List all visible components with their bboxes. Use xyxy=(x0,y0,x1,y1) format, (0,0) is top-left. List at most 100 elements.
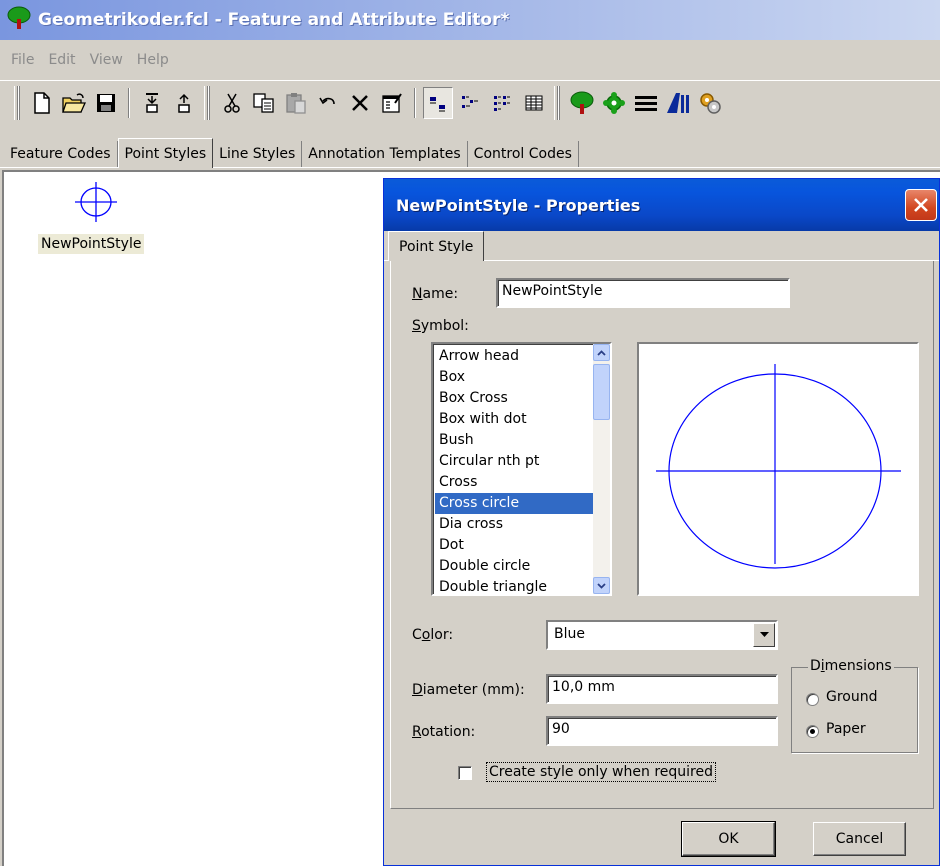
list-item[interactable]: Bush xyxy=(435,430,596,451)
toolbar-separator xyxy=(128,87,130,118)
control-code-button[interactable] xyxy=(695,87,725,119)
point-style-button[interactable] xyxy=(599,87,629,119)
cancel-button[interactable]: Cancel xyxy=(813,822,906,856)
large-icons-view-button[interactable] xyxy=(423,86,453,119)
dimensions-groupbox: Dimensions xyxy=(791,658,918,753)
window-titlebar[interactable]: Geometrikoder.fcl - Feature and Attribut… xyxy=(0,0,940,40)
tab-annotation-templates[interactable]: Annotation Templates xyxy=(302,141,468,167)
toolbar-separator xyxy=(414,87,416,118)
cut-button[interactable] xyxy=(217,87,247,119)
point-style-icon xyxy=(603,91,625,114)
save-button[interactable] xyxy=(91,87,121,119)
color-select[interactable]: Blue xyxy=(546,620,778,650)
ground-radio[interactable] xyxy=(806,693,819,706)
list-item[interactable]: Cross xyxy=(435,472,596,493)
tab-control-codes[interactable]: Control Codes xyxy=(468,141,579,167)
menu-edit[interactable]: Edit xyxy=(41,52,82,68)
symbol-label: Symbol: xyxy=(412,318,469,334)
rotation-label: Rotation: xyxy=(412,724,476,740)
diameter-input[interactable]: 10,0 mm xyxy=(546,674,778,704)
tab-point-styles[interactable]: Point Styles xyxy=(117,138,214,168)
list-item[interactable]: Box xyxy=(435,367,596,388)
diameter-label: Diameter (mm): xyxy=(412,682,525,698)
open-folder-icon xyxy=(62,92,86,113)
window-title: Geometrikoder.fcl - Feature and Attribut… xyxy=(38,10,510,30)
import-icon xyxy=(146,92,158,113)
copy-icon xyxy=(253,92,274,113)
list-item[interactable]: Cross circle xyxy=(435,493,596,514)
export-icon xyxy=(178,93,190,113)
create-style-checkbox[interactable] xyxy=(458,766,472,780)
main-tab-strip: Feature Codes Point Styles Line Styles A… xyxy=(0,138,940,168)
list-item[interactable]: Box Cross xyxy=(435,388,596,409)
toolbar xyxy=(0,80,940,124)
import-button[interactable] xyxy=(137,87,167,119)
delete-icon xyxy=(352,94,368,111)
dimensions-label: Dimensions xyxy=(808,658,894,674)
tab-line-styles[interactable]: Line Styles xyxy=(213,141,303,167)
name-input[interactable]: NewPointStyle xyxy=(496,278,790,308)
properties-button[interactable] xyxy=(377,87,407,119)
large-icons-view-icon xyxy=(430,96,445,111)
open-button[interactable] xyxy=(59,87,89,119)
list-view-icon xyxy=(494,95,510,111)
color-dropdown-button[interactable] xyxy=(753,623,775,647)
paste-icon xyxy=(286,92,306,114)
list-item[interactable]: Dot xyxy=(435,535,596,556)
ground-radio-label[interactable]: Ground xyxy=(826,689,878,705)
small-icons-view-button[interactable] xyxy=(455,87,485,119)
line-style-button[interactable] xyxy=(631,87,661,119)
dialog-title: NewPointStyle - Properties xyxy=(396,195,641,215)
new-file-button[interactable] xyxy=(27,87,57,119)
rotation-input[interactable]: 90 xyxy=(546,716,778,746)
tree-icon xyxy=(6,5,32,35)
symbol-list-items: Arrow head Box Box Cross Box with dot Bu… xyxy=(435,346,596,594)
list-item[interactable]: Double circle xyxy=(435,556,596,577)
dialog-titlebar[interactable]: NewPointStyle - Properties xyxy=(384,179,939,231)
list-item[interactable]: Arrow head xyxy=(435,346,596,367)
ok-button[interactable]: OK xyxy=(681,821,776,857)
paste-button[interactable] xyxy=(281,87,311,119)
list-view-button[interactable] xyxy=(487,87,517,119)
dialog-close-button[interactable] xyxy=(905,189,937,221)
annotation-button[interactable] xyxy=(663,87,693,119)
list-item[interactable]: Double triangle xyxy=(435,577,596,594)
small-icons-view-icon xyxy=(462,95,478,108)
toolbar-grip[interactable] xyxy=(14,85,20,120)
copy-button[interactable] xyxy=(249,87,279,119)
control-code-icon xyxy=(700,92,721,114)
details-view-button[interactable] xyxy=(519,87,549,119)
tab-point-style[interactable]: Point Style xyxy=(388,231,485,261)
feature-code-button[interactable] xyxy=(567,87,597,119)
chevron-up-icon xyxy=(597,349,606,356)
paper-radio-label[interactable]: Paper xyxy=(826,721,866,737)
color-select-value: Blue xyxy=(554,626,585,642)
symbol-listbox[interactable]: Arrow head Box Box Cross Box with dot Bu… xyxy=(431,342,612,596)
scroll-thumb[interactable] xyxy=(593,364,610,420)
list-item[interactable]: Circular nth pt xyxy=(435,451,596,472)
delete-button[interactable] xyxy=(345,87,375,119)
scroll-down-button[interactable] xyxy=(593,577,610,594)
menu-view[interactable]: View xyxy=(83,52,130,68)
toolbar-grip[interactable] xyxy=(204,85,210,120)
scroll-up-button[interactable] xyxy=(593,344,610,361)
menu-help[interactable]: Help xyxy=(130,52,176,68)
create-style-checkbox-label[interactable]: Create style only when required xyxy=(486,762,716,782)
close-icon xyxy=(914,198,928,212)
tab-feature-codes[interactable]: Feature Codes xyxy=(4,141,118,167)
caret-down-icon xyxy=(759,632,769,637)
symbol-scrollbar[interactable] xyxy=(593,344,610,594)
export-button[interactable] xyxy=(169,87,199,119)
point-style-item-icon[interactable] xyxy=(71,178,121,230)
undo-button[interactable] xyxy=(313,87,343,119)
cross-circle-icon xyxy=(75,182,117,222)
dialog-tab-strip: Point Style xyxy=(384,231,939,261)
properties-icon xyxy=(382,92,402,113)
list-item[interactable]: Dia cross xyxy=(435,514,596,535)
chevron-down-icon xyxy=(597,582,606,589)
paper-radio[interactable] xyxy=(806,725,819,738)
list-item[interactable]: Box with dot xyxy=(435,409,596,430)
menu-file[interactable]: File xyxy=(4,52,41,68)
point-style-item-label[interactable]: NewPointStyle xyxy=(38,234,145,254)
toolbar-grip[interactable] xyxy=(554,85,560,120)
